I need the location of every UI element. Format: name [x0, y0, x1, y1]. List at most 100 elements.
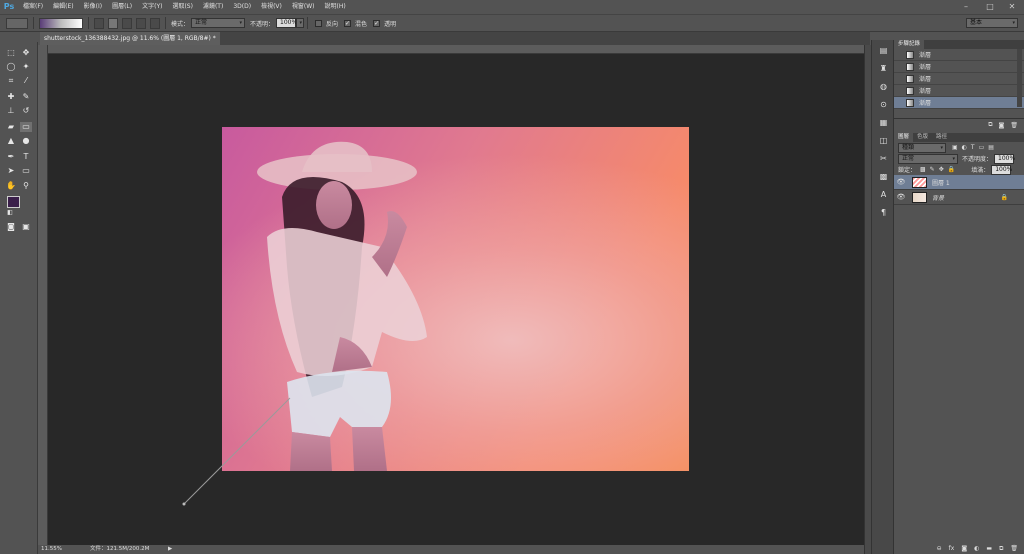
maximize-button[interactable]: □	[978, 0, 1002, 14]
history-item[interactable]: 漸層	[894, 49, 1024, 61]
history-item[interactable]: 漸層	[894, 61, 1024, 73]
menu-window[interactable]: 視窗(W)	[287, 0, 320, 14]
menu-help[interactable]: 說明(H)	[320, 0, 351, 14]
eyedropper-tool-icon[interactable]: ⁄	[20, 76, 32, 86]
adjustments-panel-icon[interactable]: ▦	[878, 118, 889, 127]
reverse-checkbox[interactable]	[315, 19, 323, 27]
layer-filter-icons[interactable]: ▣◐T▭▤	[952, 144, 998, 151]
history-item-selected[interactable]: 漸層	[894, 97, 1024, 109]
new-group-icon[interactable]: ▬	[986, 545, 992, 552]
document-tab-title: shutterstock_136388432.jpg @ 11.6% (圖層 1…	[44, 35, 216, 42]
new-snapshot-icon[interactable]: ⧉	[988, 121, 992, 129]
menu-3d[interactable]: 3D(D)	[228, 0, 256, 14]
document-tab[interactable]: shutterstock_136388432.jpg @ 11.6% (圖層 1…	[40, 32, 220, 45]
menu-image[interactable]: 影像(I)	[79, 0, 107, 14]
menu-layer[interactable]: 圖層(L)	[107, 0, 137, 14]
pen-tool-icon[interactable]: ✒	[5, 152, 17, 162]
tool-preset-picker[interactable]	[6, 17, 28, 29]
tab-history[interactable]: 步驟記錄	[894, 40, 925, 49]
delete-layer-icon[interactable]: 🗑	[1010, 545, 1018, 552]
color-panel-icon[interactable]: ◍	[878, 82, 889, 91]
layer-filter-select[interactable]: 種類 ▾	[898, 142, 946, 153]
clone-stamp-tool-icon[interactable]: ⊥	[5, 106, 17, 116]
minimize-button[interactable]: –	[954, 0, 978, 14]
menu-view[interactable]: 檢視(V)	[256, 0, 287, 14]
menu-edit[interactable]: 編輯(E)	[48, 0, 78, 14]
layer-row[interactable]: 👁 背景 🔒	[894, 190, 1024, 205]
info-panel-icon[interactable]: ▩	[878, 172, 889, 181]
menu-type[interactable]: 文字(Y)	[137, 0, 167, 14]
dither-checkbox[interactable]: ✓	[344, 19, 352, 27]
styles-panel-icon[interactable]: ◫	[878, 136, 889, 145]
shape-tool-icon[interactable]: ▭	[20, 166, 32, 176]
menu-select[interactable]: 選取(S)	[167, 0, 198, 14]
trash-icon[interactable]: 🗑	[1010, 122, 1018, 129]
mode-select[interactable]: 正常 ▾	[191, 18, 246, 28]
layer-opacity-input[interactable]: 100%	[994, 153, 1015, 164]
layer-row[interactable]: 👁 圖層 1	[894, 175, 1024, 190]
type-tool-icon[interactable]: T	[20, 152, 32, 162]
zoom-level[interactable]: 11.55%	[41, 545, 62, 554]
workspace-select[interactable]: 基本 ▾	[966, 18, 1018, 28]
paragraph-panel-icon[interactable]: ¶	[878, 208, 889, 217]
lasso-tool-icon[interactable]: ◯	[5, 62, 17, 72]
brush-tool-icon[interactable]: ✎	[20, 92, 32, 102]
transparency-checkbox[interactable]: ✓	[373, 19, 381, 27]
lock-icons[interactable]: ▩✎✥🔒	[920, 166, 959, 173]
layer-style-icon[interactable]: fx	[949, 545, 955, 552]
close-window-button[interactable]: ✕	[1000, 0, 1024, 14]
vertical-scrollbar[interactable]	[864, 45, 871, 554]
camera-icon[interactable]: ◙	[999, 122, 1005, 129]
hand-tool-icon[interactable]: ✋	[5, 181, 17, 191]
reflected-gradient-button[interactable]	[136, 17, 146, 29]
brush-panel-icon[interactable]: ♜	[878, 64, 889, 73]
dodge-tool-icon[interactable]: ●	[20, 136, 32, 146]
gradient-picker[interactable]	[39, 17, 83, 29]
blend-row: 正常 ▾ 不透明度： 100%	[894, 153, 1024, 164]
zoom-tool-icon[interactable]: ⚲	[20, 181, 32, 191]
tab-layers[interactable]: 圖層	[894, 133, 914, 142]
menu-filter[interactable]: 濾鏡(T)	[198, 0, 228, 14]
radial-gradient-button[interactable]	[108, 17, 118, 29]
blur-tool-icon[interactable]: ▲	[5, 136, 17, 146]
adjustment-layer-icon[interactable]: ◐	[974, 545, 979, 552]
angle-gradient-button[interactable]	[122, 17, 132, 29]
quick-mask-icon[interactable]: ◙	[5, 222, 17, 232]
history-brush-tool-icon[interactable]: ↺	[20, 106, 32, 116]
foreground-color-swatch[interactable]	[7, 196, 20, 208]
add-mask-icon[interactable]: ◙	[961, 545, 967, 552]
path-selection-tool-icon[interactable]: ➤	[5, 166, 17, 176]
tab-paths[interactable]: 路徑	[932, 133, 951, 142]
swatches-panel-icon[interactable]: ⊙	[878, 100, 889, 109]
menu-file[interactable]: 檔案(F)	[18, 0, 48, 14]
crop-tool-icon[interactable]: ⌗	[5, 76, 17, 86]
move-tool-icon[interactable]: ⬚	[5, 48, 17, 58]
vertical-ruler	[38, 45, 48, 545]
blend-mode-select[interactable]: 正常 ▾	[898, 153, 958, 164]
character-panel-icon[interactable]: A	[878, 190, 889, 199]
diamond-gradient-button[interactable]	[150, 17, 160, 29]
status-menu-arrow-icon[interactable]: ▶	[168, 545, 172, 554]
eye-icon[interactable]: 👁	[894, 193, 908, 201]
new-layer-icon[interactable]: ⧉	[999, 545, 1003, 553]
screen-mode-icon[interactable]: ▣	[20, 222, 32, 232]
opacity-dropdown[interactable]: ▾	[296, 18, 305, 28]
move-arrow-tool-icon[interactable]: ✥	[20, 48, 32, 58]
opacity-input[interactable]: 100%	[276, 18, 297, 28]
eraser-tool-icon[interactable]: ▰	[5, 122, 17, 132]
gradient-tool-icon[interactable]: ▭	[20, 122, 32, 132]
link-layers-icon[interactable]: ⊖	[937, 545, 942, 552]
eye-icon[interactable]: 👁	[894, 178, 908, 186]
history-scrollbar[interactable]	[1017, 49, 1022, 107]
history-item[interactable]: 漸層	[894, 73, 1024, 85]
history-panel-icon[interactable]: ▤	[878, 46, 889, 55]
tab-channels[interactable]: 色版	[913, 133, 932, 142]
default-colors-icon[interactable]: ◧	[4, 208, 16, 218]
healing-brush-tool-icon[interactable]: ✚	[5, 92, 17, 102]
magic-wand-tool-icon[interactable]: ✦	[20, 62, 32, 72]
history-item[interactable]: 漸層	[894, 85, 1024, 97]
tools-presets-icon[interactable]: ✂	[878, 154, 889, 163]
linear-gradient-button[interactable]	[94, 17, 104, 29]
fill-input[interactable]: 100%	[991, 164, 1012, 175]
layer-opacity-label: 不透明度：	[962, 156, 993, 163]
